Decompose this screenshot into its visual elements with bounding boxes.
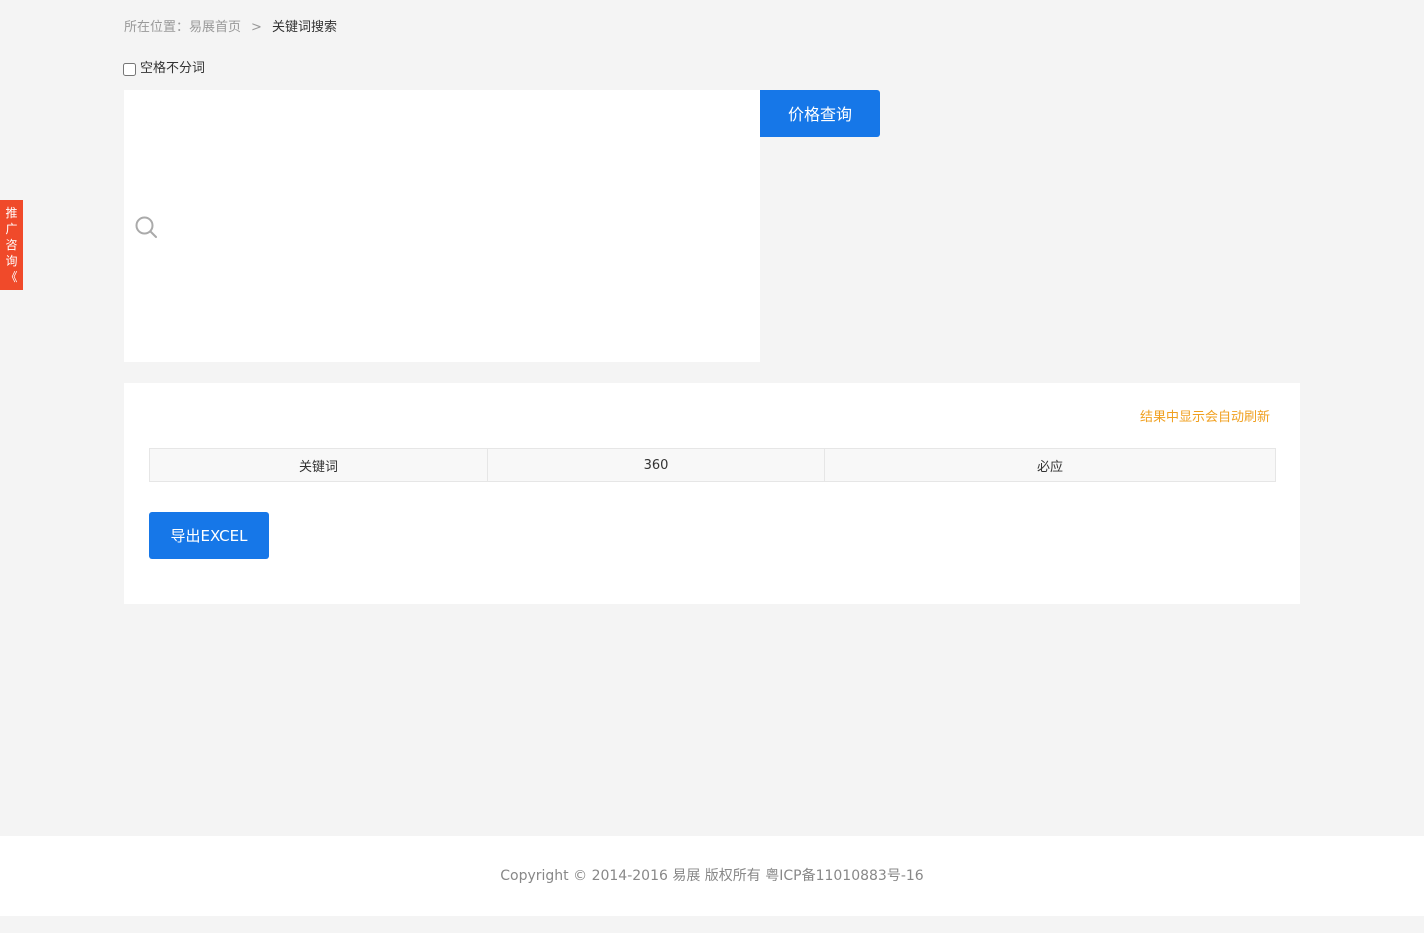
results-panel: 结果中显示会自动刷新 关键词 360 必应 导出EXCEL bbox=[124, 383, 1300, 604]
breadcrumb: 所在位置：易展首页 > 关键词搜索 bbox=[124, 19, 337, 37]
side-tab-char: 《 bbox=[5, 270, 18, 284]
search-icon bbox=[135, 216, 157, 238]
no-split-label: 空格不分词 bbox=[140, 61, 206, 76]
price-query-button[interactable]: 价格查询 bbox=[760, 90, 880, 137]
breadcrumb-current: 关键词搜索 bbox=[271, 20, 337, 35]
side-tab-char: 询 bbox=[5, 254, 18, 268]
side-tab-char: 广 bbox=[5, 222, 18, 236]
search-box bbox=[124, 90, 760, 362]
column-header-360: 360 bbox=[487, 448, 825, 482]
bottom-strip bbox=[0, 916, 1424, 933]
no-split-checkbox[interactable] bbox=[123, 62, 136, 76]
breadcrumb-home-link[interactable]: 易展首页 bbox=[189, 20, 241, 35]
column-header-keyword: 关键词 bbox=[149, 448, 488, 482]
no-split-option[interactable]: 空格不分词 bbox=[123, 60, 205, 78]
footer-copyright: Copyright © 2014-2016 易展 版权所有 粤ICP备11010… bbox=[500, 868, 924, 884]
breadcrumb-separator: > bbox=[251, 20, 262, 35]
side-tab-char: 推 bbox=[5, 206, 18, 220]
breadcrumb-prefix: 所在位置： bbox=[124, 20, 190, 35]
export-excel-button[interactable]: 导出EXCEL bbox=[149, 512, 269, 559]
results-table: 关键词 360 必应 bbox=[149, 448, 1276, 482]
keyword-input[interactable] bbox=[168, 90, 760, 362]
side-tab-char: 咨 bbox=[5, 238, 18, 252]
footer: Copyright © 2014-2016 易展 版权所有 粤ICP备11010… bbox=[0, 836, 1424, 916]
table-header-row: 关键词 360 必应 bbox=[149, 448, 1276, 482]
consult-side-tab[interactable]: 推 广 咨 询 《 bbox=[0, 200, 23, 290]
auto-refresh-note: 结果中显示会自动刷新 bbox=[1139, 410, 1270, 425]
page: 所在位置：易展首页 > 关键词搜索 空格不分词 价格查询 结果中显示会自动刷新 关键… bbox=[0, 0, 1424, 933]
column-header-bing: 必应 bbox=[824, 448, 1276, 482]
